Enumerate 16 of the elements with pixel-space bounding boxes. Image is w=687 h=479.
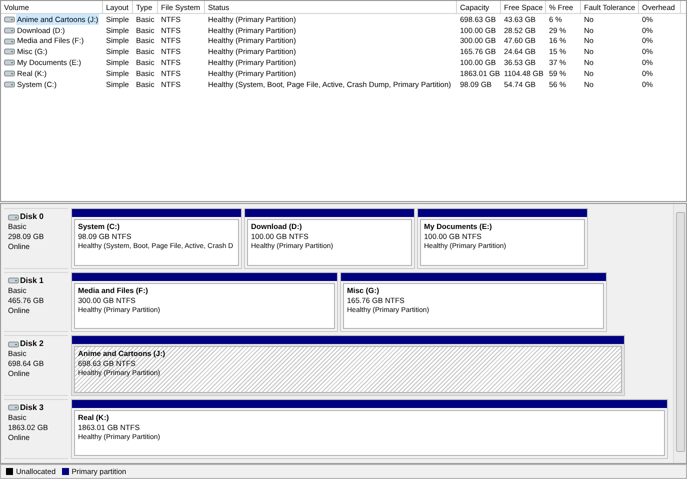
drive-icon bbox=[4, 38, 15, 44]
drive-icon bbox=[4, 59, 15, 66]
drive-icon bbox=[8, 277, 19, 284]
disk-name: Disk 0 bbox=[20, 212, 44, 222]
drive-icon bbox=[4, 48, 15, 56]
drive-icon bbox=[4, 80, 15, 88]
drive-icon bbox=[8, 404, 19, 411]
drive-icon bbox=[4, 70, 15, 77]
drive-icon bbox=[4, 26, 15, 34]
disk-name: Disk 3 bbox=[20, 402, 44, 412]
disk-name: Disk 1 bbox=[20, 276, 44, 286]
drive-icon bbox=[4, 16, 15, 23]
drive-icon bbox=[8, 214, 19, 220]
drive-icon bbox=[8, 340, 19, 348]
disk-name: Disk 2 bbox=[20, 339, 44, 349]
scrollbar[interactable] bbox=[673, 204, 686, 463]
